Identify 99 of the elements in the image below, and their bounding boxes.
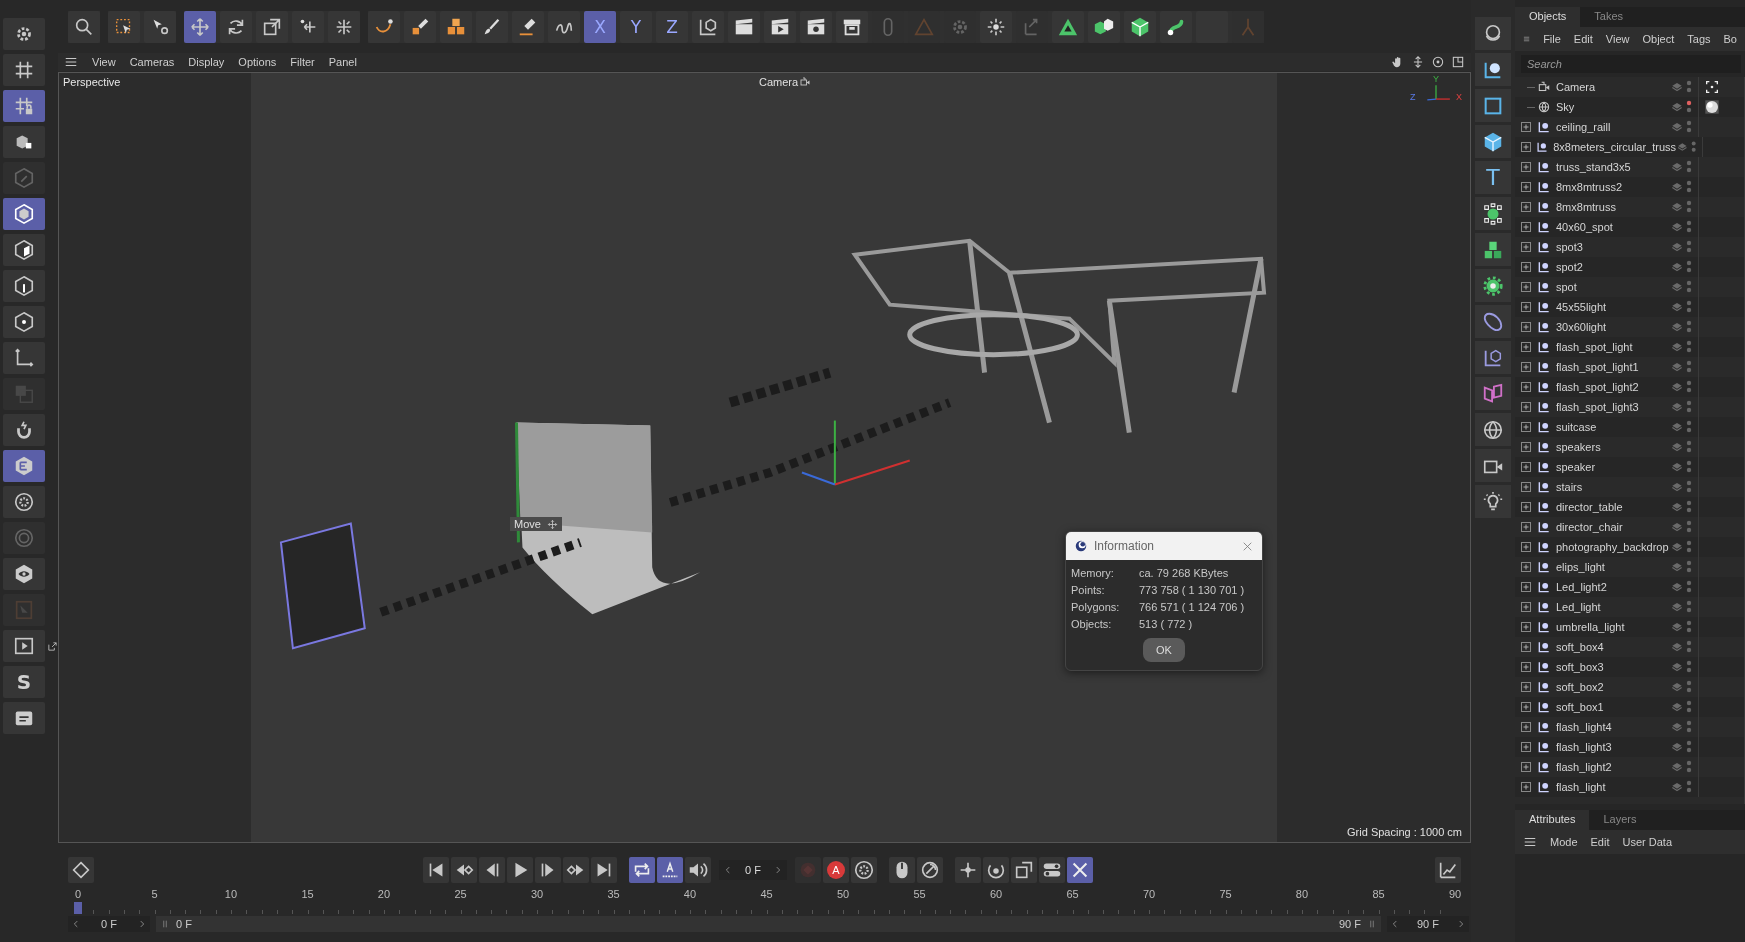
object-name[interactable]: speaker (1556, 461, 1596, 473)
object-name[interactable]: truss_stand3x5 (1556, 161, 1631, 173)
ok-button[interactable]: OK (1143, 638, 1185, 662)
tick-label: 40 (683, 888, 697, 901)
view-name: Perspective (63, 76, 121, 88)
info-label: Objects: (1071, 618, 1113, 630)
tick-label: 65 (1066, 888, 1079, 901)
tick-label: 10 (224, 888, 238, 901)
tick-label: 55 (913, 888, 926, 901)
tick-label: 50 (836, 888, 850, 901)
info-value: 513 ( 772 ) (1139, 618, 1194, 630)
search-field[interactable]: Search (1521, 55, 1741, 73)
tick-label: 45 (760, 888, 773, 901)
tick-label: 5 (151, 888, 158, 901)
tool-button[interactable]: Z (656, 10, 688, 43)
object-name[interactable]: flash_light2 (1556, 761, 1612, 773)
frame-field[interactable]: 0 F (719, 860, 787, 880)
tool-button[interactable]: Y (620, 10, 652, 43)
tick-label: 80 (1295, 888, 1309, 901)
menu-item[interactable]: Cameras (129, 56, 175, 68)
object-name[interactable]: stairs (1556, 481, 1583, 493)
dialog-title: Information (1094, 539, 1155, 553)
camera-label: Camera (759, 76, 799, 88)
info-value: 773 758 ( 1 130 701 ) (1139, 584, 1246, 596)
menu-item[interactable]: Filter (290, 56, 315, 68)
panel-tab[interactable]: Objects (1515, 7, 1581, 27)
object-name[interactable]: 40x60_spot (1556, 221, 1613, 233)
menu-item[interactable]: Options (238, 56, 277, 68)
menu-item[interactable]: User Data (1622, 836, 1673, 848)
object-name[interactable]: elips_light (1556, 561, 1605, 573)
end-frame-field[interactable]: 90 F (1387, 916, 1469, 932)
tick-label: 85 (1372, 888, 1385, 901)
object-name[interactable]: director_table (1556, 501, 1623, 513)
menu-item[interactable]: Object (1642, 33, 1675, 45)
object-name[interactable]: spot3 (1556, 241, 1583, 253)
menu-item[interactable]: Mode (1550, 836, 1578, 848)
object-name[interactable]: suitcase (1556, 421, 1597, 433)
menu-item[interactable]: Display (188, 56, 225, 68)
tick-label: 20 (377, 888, 391, 901)
menu-item[interactable]: Edit (1573, 33, 1593, 45)
object-name[interactable]: soft_box1 (1556, 701, 1604, 713)
grid-spacing-label: Grid Spacing : 1000 cm (1347, 826, 1462, 838)
info-value: ca. 79 268 KBytes (1139, 567, 1230, 579)
start-frame-field[interactable]: 0 F (68, 916, 150, 932)
tick-label: 30 (530, 888, 544, 901)
object-name[interactable]: director_chair (1556, 521, 1623, 533)
object-tool-button[interactable]: T (1475, 161, 1511, 194)
range-start: 0 F (176, 918, 192, 930)
tool-button[interactable]: S (3, 666, 45, 698)
object-name[interactable]: spot2 (1556, 261, 1583, 273)
playback-button[interactable]: A (822, 857, 849, 883)
object-name[interactable]: flash_light3 (1556, 741, 1612, 753)
menu-item[interactable]: Bo (1723, 33, 1737, 45)
panel-tab[interactable]: Takes (1580, 7, 1638, 27)
menu-item[interactable]: Tags (1687, 33, 1711, 45)
range-bar[interactable]: 0 F 90 F (156, 916, 1381, 932)
object-name[interactable]: 30x60light (1556, 321, 1607, 333)
menu-item[interactable]: View (92, 56, 116, 68)
object-name[interactable]: ceiling_raill (1556, 121, 1611, 133)
object-name[interactable]: flash_spot_light1 (1556, 361, 1639, 373)
range-end: 90 F (1339, 918, 1361, 930)
object-name[interactable]: flash_light (1556, 781, 1606, 793)
axis-label: Y (1433, 74, 1439, 84)
tick-label: 90 (1448, 888, 1462, 901)
object-name[interactable]: umbrella_light (1556, 621, 1625, 633)
object-name[interactable]: spot (1556, 281, 1577, 293)
object-name[interactable]: flash_spot_light3 (1556, 401, 1639, 413)
tick-label: 35 (607, 888, 620, 901)
panel-tab[interactable]: Layers (1589, 810, 1651, 830)
info-value: 766 571 ( 1 124 706 ) (1139, 601, 1246, 613)
axis-label: X (1456, 92, 1462, 102)
menu-item[interactable]: Panel (328, 56, 357, 68)
object-name[interactable]: Led_light2 (1556, 581, 1607, 593)
info-label: Memory: (1071, 567, 1115, 579)
tick-label: 70 (1142, 888, 1156, 901)
object-name[interactable]: 45x55light (1556, 301, 1607, 313)
object-name[interactable]: Camera (1556, 81, 1596, 93)
object-name[interactable]: 8mx8mtruss2 (1556, 181, 1623, 193)
tick-label: 75 (1219, 888, 1232, 901)
object-name[interactable]: soft_box2 (1556, 681, 1604, 693)
axis-label: Z (1410, 92, 1416, 102)
tick-label: 60 (989, 888, 1003, 901)
object-name[interactable]: Led_light (1556, 601, 1601, 613)
object-name[interactable]: 8mx8mtruss (1556, 201, 1616, 213)
menu-item[interactable]: View (1605, 33, 1630, 45)
tick-label: 25 (454, 888, 467, 901)
menu-item[interactable]: File (1543, 33, 1561, 45)
tool-hint: Move (510, 517, 562, 531)
object-name[interactable]: soft_box3 (1556, 661, 1604, 673)
tick-label: 15 (301, 888, 314, 901)
menu-item[interactable]: Edit (1590, 836, 1610, 848)
object-name[interactable]: flash_light4 (1556, 721, 1612, 733)
tick-label: 0 (74, 888, 82, 901)
object-name[interactable]: speakers (1556, 441, 1601, 453)
object-name[interactable]: Sky (1556, 101, 1575, 113)
info-label: Polygons: (1071, 601, 1121, 613)
info-label: Points: (1071, 584, 1106, 596)
panel-tab[interactable]: Attributes (1515, 810, 1590, 830)
object-name[interactable]: soft_box4 (1556, 641, 1604, 653)
